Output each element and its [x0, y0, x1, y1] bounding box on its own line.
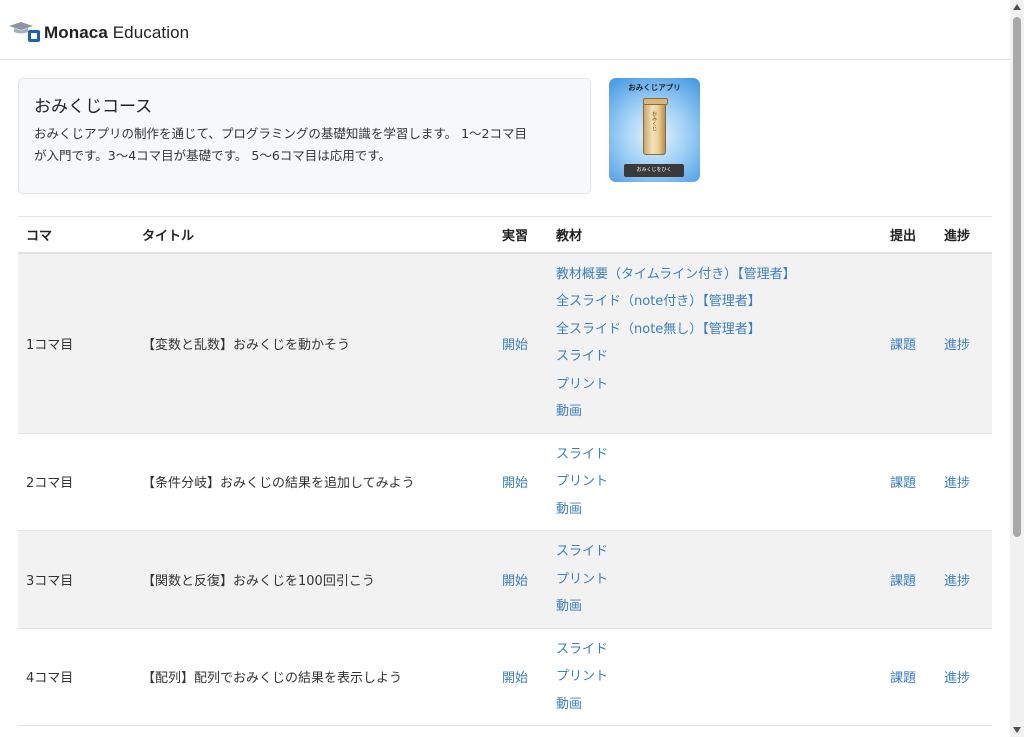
material-link[interactable]: プリント	[556, 566, 874, 594]
koma-cell: 1コマ目	[26, 337, 74, 353]
header-teishutsu: 提出	[890, 228, 917, 244]
material-link[interactable]: 動画	[556, 691, 874, 719]
material-link[interactable]: 動画	[556, 593, 874, 621]
thumbnail-title: おみくじアプリ	[628, 83, 681, 92]
material-link[interactable]: 動画	[556, 398, 874, 426]
koma-cell: 3コマ目	[26, 573, 74, 589]
progress-link[interactable]: 進捗	[944, 476, 970, 491]
header-shinchoku: 進捗	[944, 228, 971, 244]
lesson-title-cell: 【変数と乱数】おみくじを動かそう	[142, 337, 351, 353]
material-link[interactable]: 動画	[556, 496, 874, 524]
lesson-table: コマ タイトル 実習 教材 提出 進捗 1コマ目 【変数と乱数】おみくじを動かそ…	[18, 216, 992, 726]
course-description-line: が入門です。3〜4コマ目が基礎です。 5〜6コマ目は応用です。	[34, 148, 392, 163]
omikuji-tube-icon: おみくじ	[643, 98, 668, 155]
course-info-card: おみくじコース おみくじアプリの制作を通じて、プログラミングの基礎知識を学習しま…	[18, 78, 591, 194]
scroll-up-arrow-icon[interactable]	[1013, 4, 1021, 10]
omikuji-tube-label: おみくじ	[651, 111, 657, 131]
material-link[interactable]: スライド	[556, 636, 874, 664]
koma-cell: 2コマ目	[26, 476, 74, 492]
progress-link[interactable]: 進捗	[944, 574, 970, 589]
material-link[interactable]: プリント	[556, 468, 874, 496]
material-link[interactable]: スライド	[556, 343, 874, 371]
lesson-title-cell: 【配列】配列でおみくじの結果を表示しよう	[142, 671, 403, 687]
material-link[interactable]: スライド	[556, 538, 874, 566]
table-header-row: コマ タイトル 実習 教材 提出 進捗	[18, 216, 992, 253]
material-link[interactable]: プリント	[556, 371, 874, 399]
monaca-education-logo[interactable]: Monaca Education	[9, 20, 189, 46]
progress-link[interactable]: 進捗	[944, 338, 970, 353]
assignment-link[interactable]: 課題	[890, 671, 916, 686]
materials-list: スライド プリント 動画	[556, 434, 874, 531]
materials-list: スライド プリント 動画	[556, 629, 874, 726]
material-link[interactable]: 全スライド（note付き）【管理者】	[556, 288, 874, 316]
top-navbar: Monaca Education	[0, 0, 1010, 60]
course-title: おみくじコース	[34, 97, 153, 117]
materials-list: スライド プリント 動画	[556, 531, 874, 628]
start-link[interactable]: 開始	[502, 574, 528, 589]
start-link[interactable]: 開始	[502, 476, 528, 491]
material-link[interactable]: プリント	[556, 663, 874, 691]
lesson-title-cell: 【関数と反復】おみくじを100回引こう	[142, 573, 375, 589]
header-kyozai: 教材	[556, 228, 583, 244]
header-jissyu: 実習	[502, 228, 529, 244]
logo-text-rest: Education	[107, 23, 190, 42]
vertical-scrollbar[interactable]	[1010, 0, 1024, 737]
assignment-link[interactable]: 課題	[890, 338, 916, 353]
table-row: 1コマ目 【変数と乱数】おみくじを動かそう 開始 教材概要（タイムライン付き）【…	[18, 252, 992, 433]
thumbnail-draw-button: おみくじをひく	[624, 164, 684, 177]
materials-list: 教材概要（タイムライン付き）【管理者】 全スライド（note付き）【管理者】 全…	[556, 254, 874, 433]
material-link[interactable]: 全スライド（note無し）【管理者】	[556, 316, 874, 344]
scrollbar-thumb[interactable]	[1013, 17, 1021, 537]
header-koma: コマ	[26, 228, 53, 244]
lesson-title-cell: 【条件分岐】おみくじの結果を追加してみよう	[142, 476, 415, 492]
assignment-link[interactable]: 課題	[890, 476, 916, 491]
progress-link[interactable]: 進捗	[944, 671, 970, 686]
logo-text-bold: Monaca	[44, 23, 108, 42]
material-link[interactable]: 教材概要（タイムライン付き）【管理者】	[556, 261, 874, 289]
material-link[interactable]: スライド	[556, 441, 874, 469]
scroll-down-arrow-icon[interactable]	[1013, 727, 1021, 733]
course-thumbnail: おみくじアプリ おみくじ おみくじをひく	[609, 78, 700, 182]
koma-cell: 4コマ目	[26, 671, 74, 687]
start-link[interactable]: 開始	[502, 338, 528, 353]
graduation-cap-icon	[9, 22, 41, 44]
start-link[interactable]: 開始	[502, 671, 528, 686]
course-description-line: おみくじアプリの制作を通じて、プログラミングの基礎知識を学習します。 1〜2コマ…	[34, 126, 528, 141]
course-description: おみくじアプリの制作を通じて、プログラミングの基礎知識を学習します。 1〜2コマ…	[34, 123, 575, 167]
assignment-link[interactable]: 課題	[890, 574, 916, 589]
table-row: 3コマ目 【関数と反復】おみくじを100回引こう 開始 スライド プリント 動画…	[18, 530, 992, 628]
table-row: 4コマ目 【配列】配列でおみくじの結果を表示しよう 開始 スライド プリント 動…	[18, 628, 992, 726]
table-row: 2コマ目 【条件分岐】おみくじの結果を追加してみよう 開始 スライド プリント …	[18, 433, 992, 531]
header-title: タイトル	[142, 228, 195, 244]
